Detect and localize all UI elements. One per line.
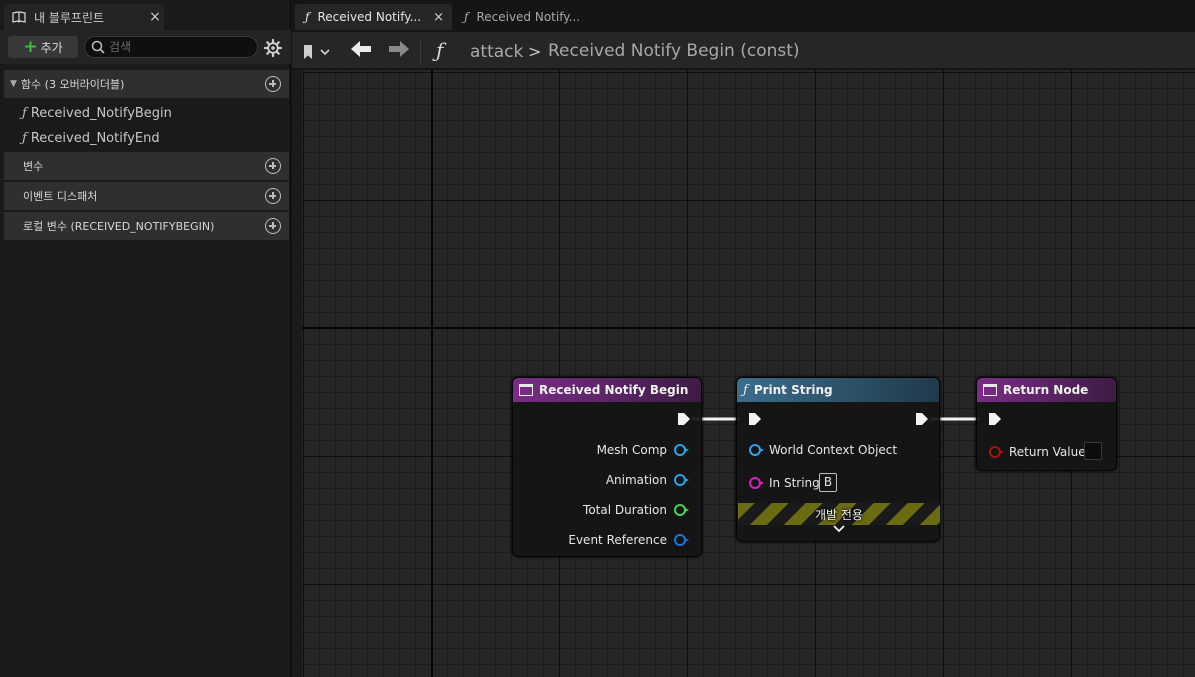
event-dispatchers-section-label: 이벤트 디스패처 — [23, 190, 98, 203]
add-button[interactable]: + 추가 — [8, 36, 78, 58]
node-title: Print String — [753, 383, 833, 397]
exec-input-pin[interactable] — [988, 412, 1002, 426]
add-variable-icon[interactable] — [265, 158, 281, 174]
function-icon: ƒ — [464, 10, 469, 24]
functions-section-header[interactable]: ▼ 함수 (3 오버라이더블) — [4, 70, 289, 98]
function-icon: ƒ — [22, 105, 27, 121]
function-item-label: Received_NotifyBegin — [30, 105, 172, 121]
bookmark-icon[interactable] — [302, 43, 334, 61]
close-icon[interactable]: × — [433, 10, 444, 25]
function-icon: ƒ — [22, 130, 27, 146]
object-pin-icon[interactable] — [674, 474, 689, 486]
function-item-received-notify-begin[interactable]: ƒ Received_NotifyBegin — [22, 103, 172, 123]
pin-label-in-string: In String — [769, 476, 820, 490]
functions-section-label: 함수 (3 오버라이더블) — [20, 78, 125, 91]
node-return[interactable]: Return Node Return Value — [976, 377, 1117, 471]
local-variables-section-label: 로컬 변수 (RECEIVED_NOTIFYBEGIN) — [23, 220, 215, 233]
search-icon — [91, 40, 105, 54]
back-arrow-icon[interactable] — [348, 39, 374, 63]
function-icon: ƒ — [305, 10, 310, 24]
chevron-down-icon[interactable] — [833, 524, 845, 534]
my-blueprint-tab[interactable]: 내 블루프린트 × — [4, 4, 164, 30]
left-toolbar: + 추가 — [0, 32, 291, 64]
blueprint-graph-canvas[interactable]: Received Notify Begin Mesh Comp Animatio… — [292, 70, 1195, 677]
event-dispatchers-section-header[interactable]: 이벤트 디스패처 — [4, 182, 289, 210]
book-icon — [12, 10, 26, 23]
graph-toolbar: ƒ attack > Received Notify Begin (const) — [292, 32, 1195, 68]
search-box[interactable] — [84, 36, 258, 58]
close-icon[interactable]: × — [146, 9, 164, 25]
search-input[interactable] — [109, 40, 249, 54]
pin-label-return-value: Return Value — [1009, 445, 1086, 459]
node-header[interactable]: Received Notify Begin — [513, 378, 701, 402]
graph-left-edge — [292, 70, 302, 677]
node-received-notify-begin[interactable]: Received Notify Begin Mesh Comp Animatio… — [512, 377, 702, 557]
collapse-triangle-icon[interactable]: ▼ — [10, 79, 17, 89]
plus-icon: + — [23, 36, 38, 57]
exec-output-pin[interactable] — [915, 412, 929, 426]
function-icon: ƒ — [436, 38, 444, 62]
pin-label-event-reference: Event Reference — [568, 533, 667, 547]
pin-label-mesh-comp: Mesh Comp — [596, 443, 667, 457]
add-button-label: 추가 — [40, 40, 63, 55]
forward-arrow-icon[interactable] — [386, 39, 412, 63]
add-function-icon[interactable] — [265, 76, 281, 92]
document-tab-bar: ƒ Received Notify... × ƒ Received Notify… — [292, 0, 1195, 32]
my-blueprint-panel: 내 블루프린트 × + 추가 ▼ 함수 (3 오버라이더블) — [0, 0, 291, 677]
return-value-checkbox[interactable] — [1084, 442, 1102, 460]
development-only-label: 개발 전용 — [815, 508, 863, 522]
breadcrumb-current: Received Notify Begin (const) — [548, 41, 800, 61]
local-variables-section-header[interactable]: 로컬 변수 (RECEIVED_NOTIFYBEGIN) — [4, 212, 289, 240]
gear-icon[interactable] — [263, 38, 283, 58]
node-title: Received Notify Begin — [539, 383, 689, 397]
toolbar-divider — [420, 40, 421, 64]
exec-output-pin[interactable] — [677, 412, 691, 426]
breadcrumb-separator-icon: > — [528, 42, 542, 61]
add-event-dispatcher-icon[interactable] — [265, 188, 281, 204]
tab-received-notify-end[interactable]: ƒ Received Notify... — [454, 4, 604, 30]
tab-label: Received Notify... — [476, 10, 581, 24]
tab-label: Received Notify... — [317, 10, 422, 24]
pin-label-total-duration: Total Duration — [583, 503, 667, 517]
bool-pin-icon[interactable] — [989, 446, 1004, 458]
my-blueprint-tab-label: 내 블루프린트 — [34, 10, 105, 25]
node-header[interactable]: Return Node — [977, 378, 1116, 402]
node-print-string[interactable]: ƒ Print String World Context Object In S… — [736, 377, 940, 542]
tab-received-notify-begin[interactable]: ƒ Received Notify... × — [295, 4, 452, 30]
node-title: Return Node — [1003, 383, 1089, 397]
node-header[interactable]: ƒ Print String — [737, 378, 939, 402]
function-item-label: Received_NotifyEnd — [30, 130, 160, 146]
breadcrumb-root[interactable]: attack — [470, 42, 523, 62]
object-pin-icon[interactable] — [674, 444, 689, 456]
float-pin-icon[interactable] — [674, 504, 689, 516]
variables-section-header[interactable]: 변수 — [4, 152, 289, 180]
add-local-variable-icon[interactable] — [265, 218, 281, 234]
pin-label-world-context-object: World Context Object — [769, 443, 898, 457]
struct-pin-icon[interactable] — [674, 534, 689, 546]
return-node-icon — [983, 384, 997, 396]
function-icon: ƒ — [743, 382, 748, 398]
event-node-icon — [519, 384, 533, 396]
pin-label-animation: Animation — [605, 473, 667, 487]
string-pin-icon[interactable] — [749, 477, 764, 489]
exec-input-pin[interactable] — [748, 412, 762, 426]
exec-wires — [692, 417, 980, 421]
function-item-received-notify-end[interactable]: ƒ Received_NotifyEnd — [22, 128, 160, 148]
object-pin-icon[interactable] — [749, 444, 764, 456]
variables-section-label: 변수 — [23, 160, 44, 173]
in-string-value-field[interactable]: B — [819, 473, 837, 492]
